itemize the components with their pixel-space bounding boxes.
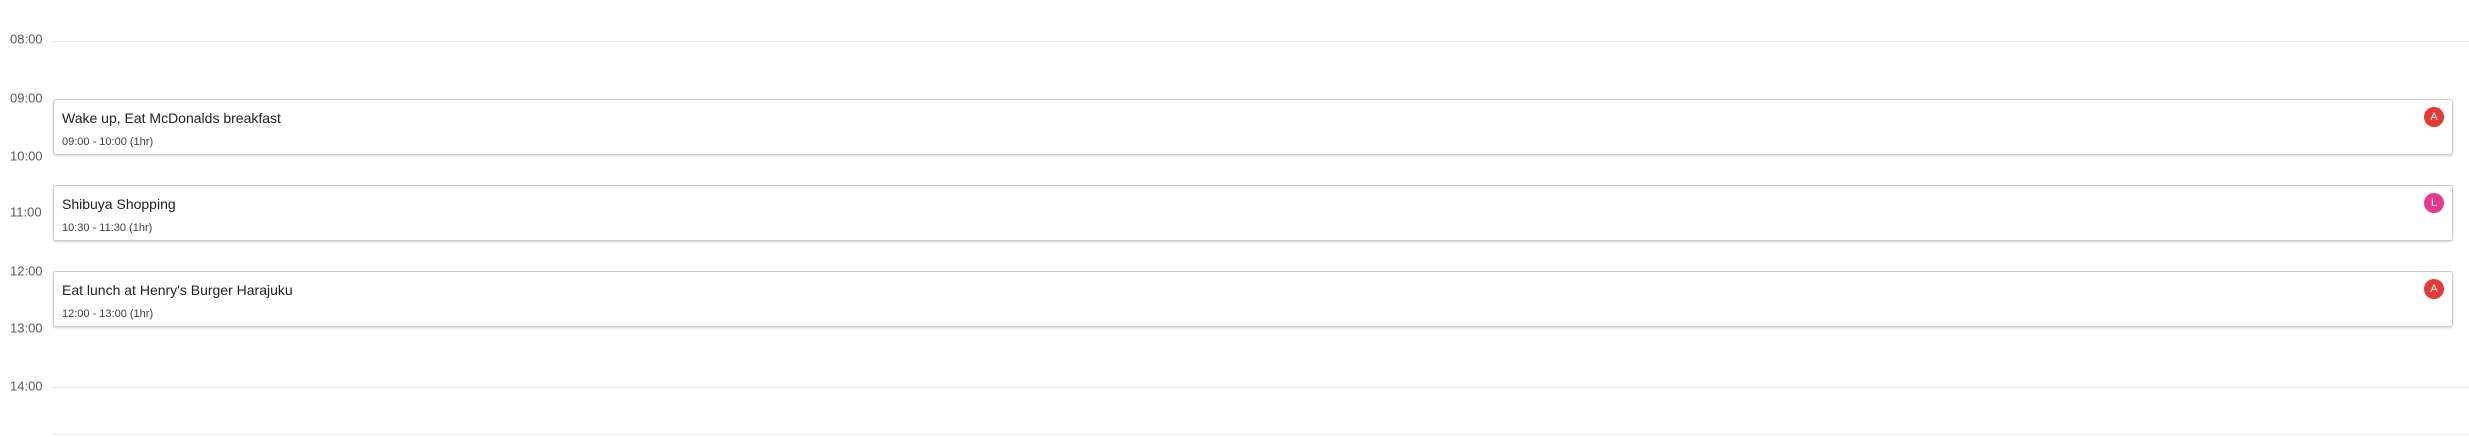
time-label-10: 10:00 [10, 148, 43, 164]
hour-gridline [52, 41, 2469, 42]
time-label-08: 08:00 [10, 31, 43, 47]
event-time: 10:30 - 11:30 (1hr) [62, 222, 153, 234]
event-title: Wake up, Eat McDonalds breakfast [62, 110, 281, 126]
hour-gridline [52, 387, 2469, 388]
event-card[interactable]: Wake up, Eat McDonalds breakfast 09:00 -… [53, 99, 2453, 155]
avatar[interactable]: A [2424, 107, 2444, 127]
time-label-09: 09:00 [10, 90, 43, 106]
avatar[interactable]: A [2424, 279, 2444, 299]
event-card[interactable]: Shibuya Shopping 10:30 - 11:30 (1hr) L [53, 185, 2453, 241]
event-title: Shibuya Shopping [62, 196, 176, 212]
time-label-14: 14:00 [10, 378, 43, 394]
hour-gridline [52, 434, 2469, 435]
avatar[interactable]: L [2424, 193, 2444, 213]
event-time: 09:00 - 10:00 (1hr) [62, 136, 154, 148]
time-label-12: 12:00 [10, 263, 43, 279]
time-label-13: 13:00 [10, 320, 43, 336]
time-label-11: 11:00 [10, 204, 42, 220]
event-title: Eat lunch at Henry's Burger Harajuku [62, 282, 293, 298]
event-time: 12:00 - 13:00 (1hr) [62, 308, 154, 320]
event-card[interactable]: Eat lunch at Henry's Burger Harajuku 12:… [53, 271, 2453, 327]
